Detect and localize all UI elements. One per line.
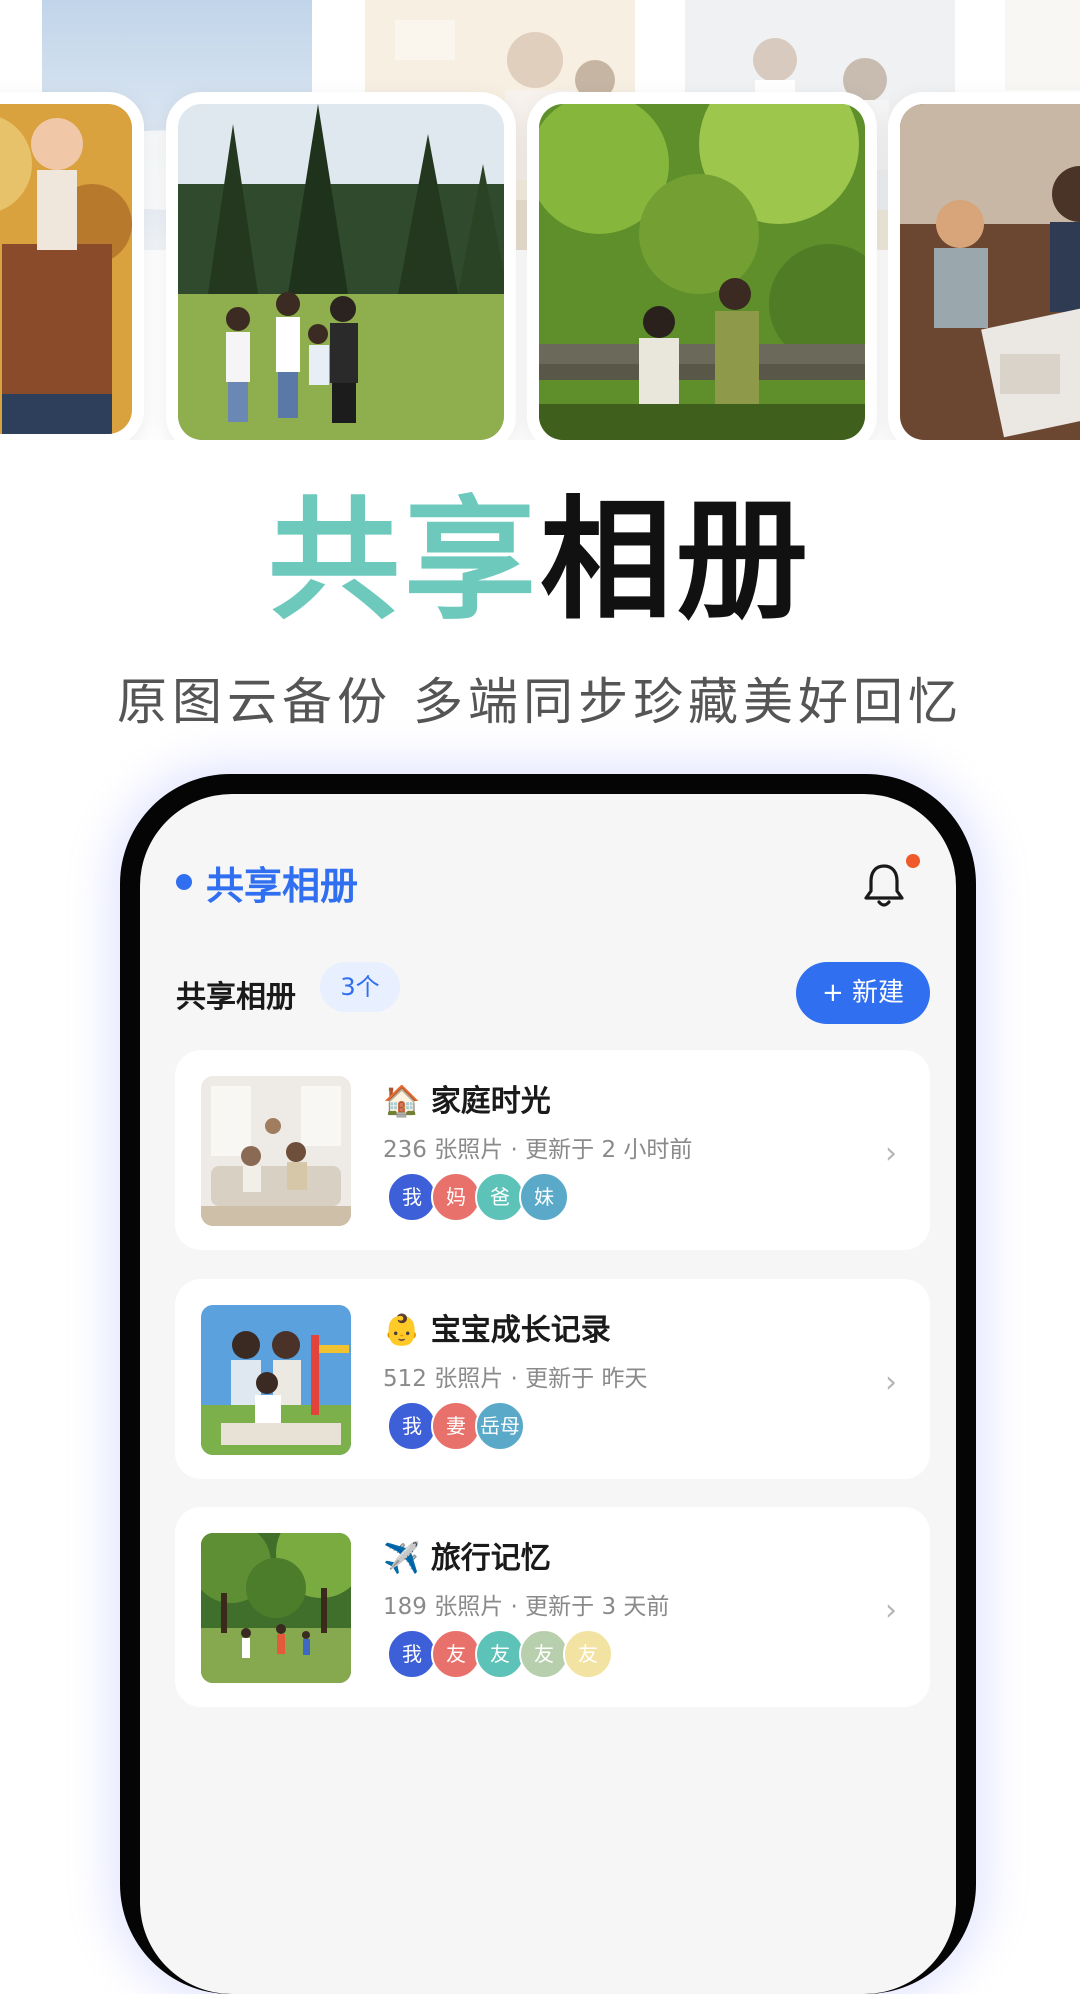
family-living-room-photo (201, 1076, 351, 1226)
hero-title: 共享相册 (0, 495, 1080, 627)
avatar: 妻 (431, 1401, 481, 1451)
chevron-right-icon: › (885, 1593, 897, 1628)
chevron-right-icon: › (885, 1365, 897, 1400)
avatar: 友 (431, 1629, 481, 1679)
baby-icon: 👶 (383, 1313, 421, 1348)
album-name-text: 宝宝成长记录 (430, 1313, 611, 1348)
avatar: 我 (387, 1172, 437, 1222)
phone-screen: 共享相册 共享相册 3个 + 新建 🏠 家庭时光 236 张照片 · 更新于 2… (140, 794, 956, 1994)
album-card[interactable]: ✈️ 旅行记忆 189 张照片 · 更新于 3 天前 我 友 友 友 友 › (175, 1507, 930, 1707)
album-meta: 512 张照片 · 更新于 昨天 (383, 1366, 648, 1392)
section-title: 共享相册 (176, 980, 296, 1015)
family-playground-photo (201, 1305, 351, 1455)
album-card[interactable]: 🏠 家庭时光 236 张照片 · 更新于 2 小时前 我 妈 爸 妹 › (175, 1050, 930, 1250)
album-name: 👶 宝宝成长记录 (383, 1305, 611, 1349)
album-name-text: 旅行记忆 (430, 1541, 551, 1576)
album-name: 🏠 家庭时光 (383, 1076, 551, 1120)
hero-title-rest: 相册 (540, 484, 812, 638)
notification-badge (906, 854, 920, 868)
album-name-text: 家庭时光 (430, 1084, 551, 1119)
park-walk-photo (201, 1533, 351, 1683)
avatar: 友 (563, 1629, 613, 1679)
avatar: 友 (475, 1629, 525, 1679)
hero-title-accent: 共享 (268, 484, 540, 638)
photo-garden-bench (527, 92, 877, 440)
airplane-icon: ✈️ (383, 1541, 421, 1576)
photo-edge-back (1005, 0, 1080, 90)
avatar: 妈 (431, 1172, 481, 1222)
phone-frame: 共享相册 共享相册 3个 + 新建 🏠 家庭时光 236 张照片 · 更新于 2… (120, 774, 976, 1994)
album-meta: 189 张照片 · 更新于 3 天前 (383, 1594, 670, 1620)
album-meta: 236 张照片 · 更新于 2 小时前 (383, 1137, 693, 1163)
photo-kids-crafts (888, 92, 1080, 440)
title-dot (176, 874, 192, 890)
photo-collage (0, 0, 1080, 440)
app-title: 共享相册 (206, 863, 359, 908)
avatar: 我 (387, 1401, 437, 1451)
avatar: 我 (387, 1629, 437, 1679)
avatar: 爸 (475, 1172, 525, 1222)
new-album-button[interactable]: + 新建 (796, 962, 930, 1024)
bell-icon[interactable] (860, 858, 908, 910)
album-name: ✈️ 旅行记忆 (383, 1533, 551, 1577)
member-avatars: 我 友 友 友 友 (387, 1629, 613, 1679)
member-avatars: 我 妈 爸 妹 (387, 1172, 569, 1222)
album-count-badge: 3个 (320, 962, 400, 1012)
member-avatars: 我 妻 岳母 (387, 1401, 525, 1451)
chevron-right-icon: › (885, 1136, 897, 1171)
home-icon: 🏠 (383, 1084, 421, 1119)
album-card[interactable]: 👶 宝宝成长记录 512 张照片 · 更新于 昨天 我 妻 岳母 › (175, 1279, 930, 1479)
avatar: 岳母 (475, 1401, 525, 1451)
avatar: 友 (519, 1629, 569, 1679)
photo-autumn-father (0, 92, 144, 440)
app-header: 共享相册 (176, 854, 358, 910)
hero-subtitle: 原图云备份 多端同步珍藏美好回忆 (117, 673, 963, 731)
avatar: 妹 (519, 1172, 569, 1222)
photo-forest-family (166, 92, 516, 440)
